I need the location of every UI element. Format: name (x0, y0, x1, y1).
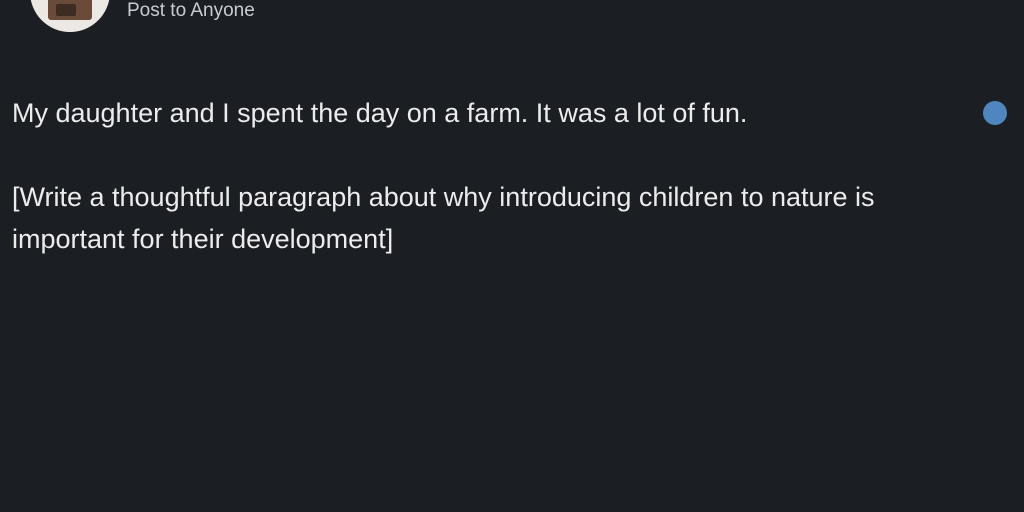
avatar (30, 0, 110, 32)
post-text-editor[interactable]: My daughter and I spent the day on a far… (12, 92, 972, 260)
post-composer: Post to Anyone My daughter and I spent t… (0, 0, 1024, 512)
post-paragraph-2: [Write a thoughtful paragraph about why … (12, 182, 875, 254)
status-dot-indicator (983, 101, 1007, 125)
post-visibility-selector[interactable]: Post to Anyone (127, 0, 255, 22)
post-paragraph-1: My daughter and I spent the day on a far… (12, 98, 748, 128)
post-header: Post to Anyone (0, 0, 600, 40)
avatar-image-detail (56, 4, 76, 16)
